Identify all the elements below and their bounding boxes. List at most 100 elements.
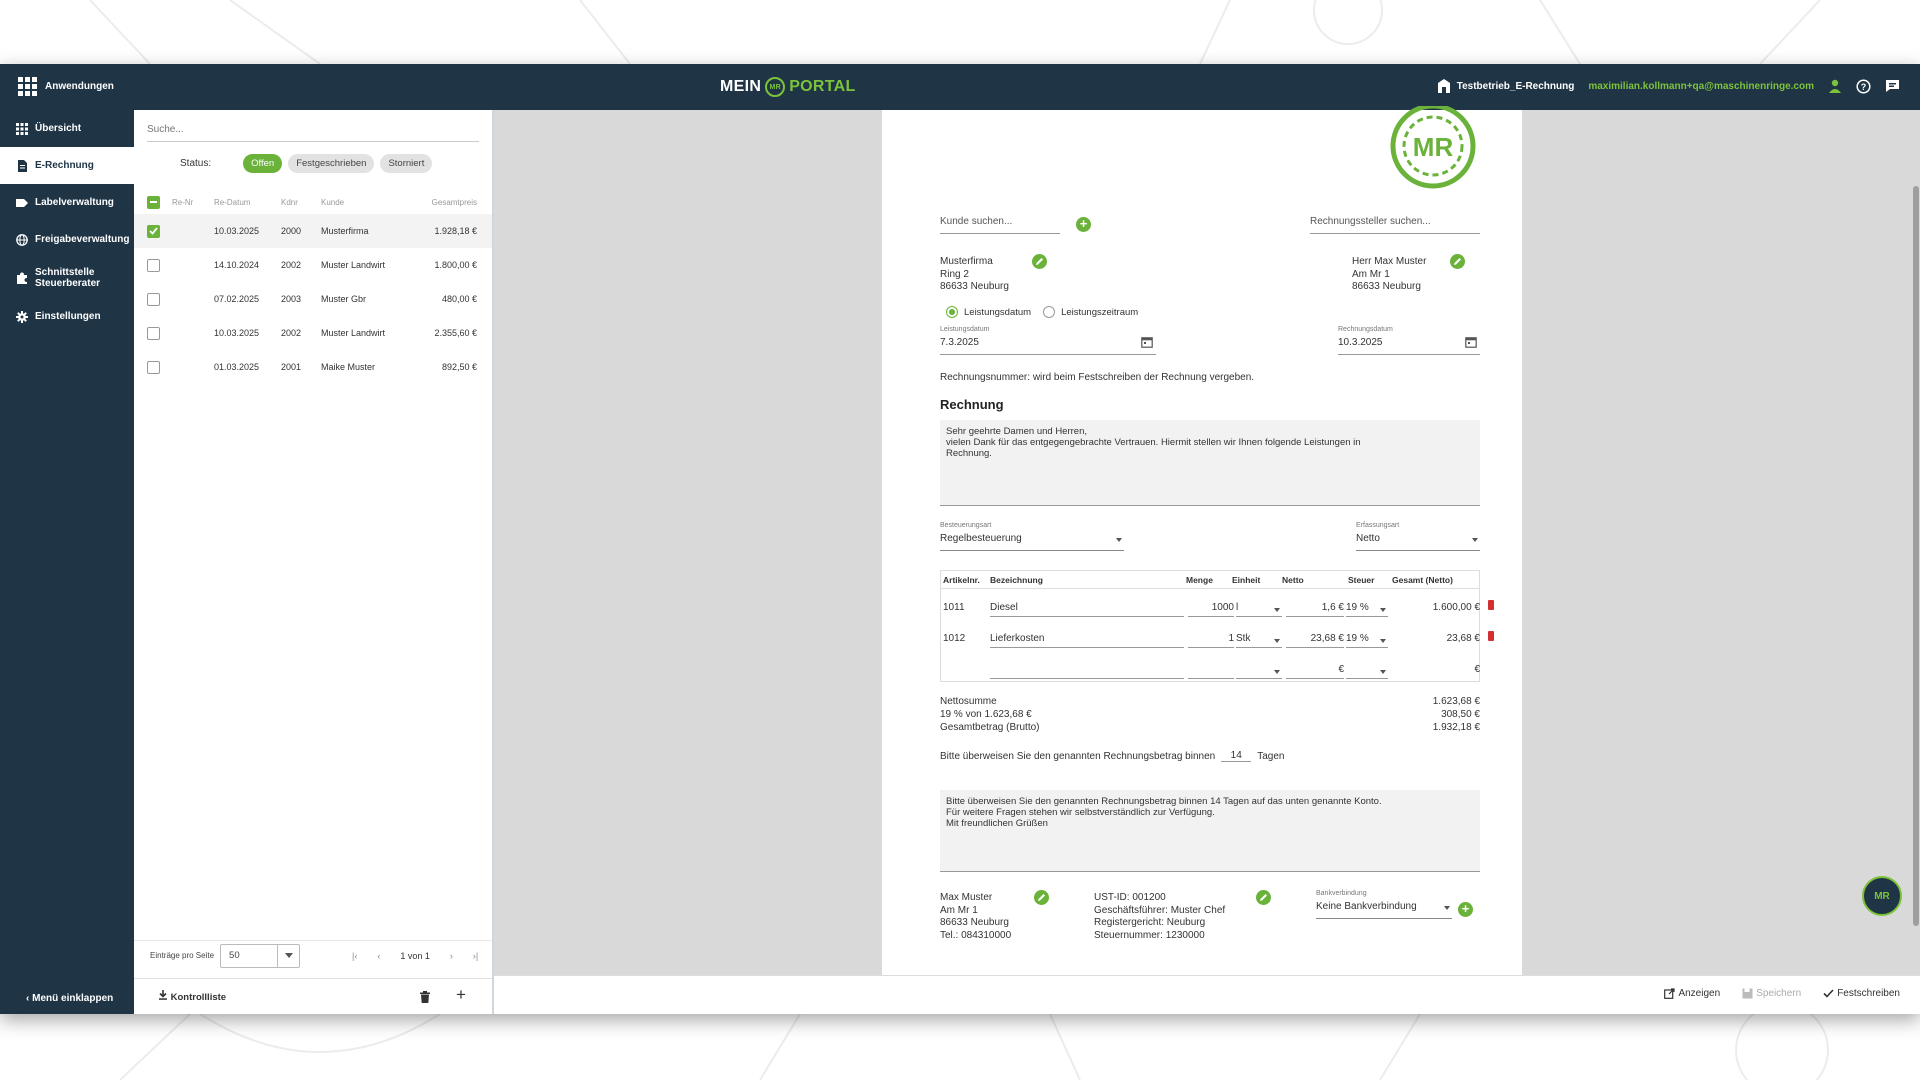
item-tax-select[interactable]: 19 %	[1346, 633, 1388, 648]
feedback-icon[interactable]	[1885, 79, 1900, 93]
column-header-re-nr[interactable]: Re-Nr	[172, 198, 214, 207]
search-input[interactable]: Suche...	[147, 120, 479, 142]
next-page-icon[interactable]: ›	[450, 951, 453, 961]
save-button[interactable]: Speichern	[1742, 988, 1801, 999]
bank-select[interactable]: Keine Bankverbindung	[1316, 901, 1452, 919]
tax-type-select[interactable]: Regelbesteuerung	[940, 533, 1124, 551]
intro-textarea[interactable]: Sehr geehrte Damen und Herren, vielen Da…	[940, 420, 1480, 506]
delete-item-icon[interactable]	[1488, 600, 1494, 610]
edit-footer-issuer-button[interactable]	[1034, 890, 1049, 905]
row-checkbox[interactable]	[146, 360, 160, 374]
edit-customer-button[interactable]	[1032, 254, 1047, 269]
customer-search-input[interactable]: Kunde suchen...	[940, 216, 1060, 234]
chip-festgeschrieben[interactable]: Festgeschrieben	[288, 154, 375, 173]
table-row[interactable]: 10.03.2025 2002 Muster Landwirt 2.355,60…	[134, 316, 492, 350]
table-row[interactable]: 14.10.2024 2002 Muster Landwirt 1.800,00…	[134, 248, 492, 282]
item-tax-value: 19 %	[1346, 633, 1369, 644]
item-tax-select[interactable]: 19 %	[1346, 602, 1388, 617]
scrollbar-thumb[interactable]	[1913, 186, 1919, 926]
item-description-input[interactable]: Diesel	[990, 602, 1184, 617]
pencil-icon	[1036, 258, 1043, 265]
closing-textarea[interactable]: Bitte überweisen Sie den genannten Rechn…	[940, 790, 1480, 872]
first-page-icon[interactable]: |‹	[352, 951, 357, 961]
new-item-unit-select[interactable]	[1236, 664, 1282, 679]
service-date-input[interactable]: 7.3.2025	[940, 337, 1156, 355]
logo-text: MR	[1413, 132, 1454, 162]
item-net-input[interactable]: 23,68 €	[1286, 633, 1344, 648]
last-page-icon[interactable]: ›|	[473, 951, 478, 961]
kontrollliste-button[interactable]: Kontrollliste	[158, 990, 226, 1003]
trash-icon[interactable]	[420, 991, 430, 1003]
cell-re-datum: 10.03.2025	[214, 226, 260, 236]
closing-line-3: Mit freundlichen Grüßen	[946, 818, 1048, 829]
prev-page-icon[interactable]: ‹	[377, 951, 380, 961]
column-header-re-datum[interactable]: Re-Datum	[214, 198, 281, 207]
cell-re-datum: 10.03.2025	[214, 328, 260, 338]
sum-labels: Nettosumme 19 % von 1.623,68 € Gesamtbet…	[940, 695, 1039, 734]
new-item-tax-select[interactable]	[1346, 664, 1388, 679]
th-artikelnr: Artikelnr.	[943, 575, 980, 585]
item-description-input[interactable]: Lieferkosten	[990, 633, 1184, 648]
commit-button[interactable]: Festschreiben	[1823, 988, 1900, 999]
edit-issuer-button[interactable]	[1450, 254, 1465, 269]
company-switcher[interactable]: Testbetrieb_E-Rechnung	[1437, 78, 1574, 94]
chip-storniert[interactable]: Storniert	[380, 154, 433, 173]
brand-logo[interactable]: MEIN MR PORTAL	[720, 77, 856, 97]
sidebar-item-labelverwaltung[interactable]: Labelverwaltung	[0, 184, 134, 221]
scrollbar[interactable]	[1912, 116, 1920, 971]
edit-company-info-button[interactable]	[1256, 890, 1271, 905]
item-qty-input[interactable]: 1	[1188, 633, 1234, 648]
sidebar: Übersicht E-Rechnung Labelverwaltung Fre…	[0, 110, 134, 1014]
sidebar-item-einstellungen[interactable]: Einstellungen	[0, 298, 134, 335]
chevron-down-icon	[277, 944, 299, 967]
payment-days-input[interactable]: 14	[1221, 750, 1252, 762]
add-invoice-button[interactable]: +	[456, 985, 466, 1005]
mr-assistant-button[interactable]: MR	[1862, 876, 1902, 916]
column-header-kunde[interactable]: Kunde	[321, 198, 401, 207]
calendar-icon[interactable]	[1465, 336, 1477, 348]
radio-leistungszeitraum[interactable]	[1043, 306, 1056, 318]
new-item-description-input[interactable]	[990, 664, 1184, 679]
entry-type-select[interactable]: Netto	[1356, 533, 1480, 551]
table-row[interactable]: 07.02.2025 2003 Muster Gbr 480,00 €	[134, 282, 492, 316]
row-checkbox[interactable]	[146, 292, 160, 306]
column-header-gesamtpreis[interactable]: Gesamtpreis	[401, 198, 481, 207]
new-item-net-input[interactable]: €	[1286, 664, 1344, 679]
sidebar-item-schnittstelle[interactable]: Schnittstelle Steuerberater	[0, 258, 134, 298]
chip-offen[interactable]: Offen	[243, 154, 283, 173]
show-button[interactable]: Anzeigen	[1664, 988, 1720, 999]
chevron-down-icon	[1380, 608, 1386, 612]
calendar-icon[interactable]	[1141, 336, 1153, 348]
table-row[interactable]: 01.03.2025 2001 Maike Muster 892,50 €	[134, 350, 492, 384]
check-icon	[1823, 989, 1834, 998]
delete-item-icon[interactable]	[1488, 631, 1494, 641]
radio-leistungsdatum[interactable]	[946, 306, 958, 318]
new-item-qty-input[interactable]	[1188, 664, 1234, 679]
item-qty-input[interactable]: 1000	[1188, 602, 1234, 617]
sidebar-item-e-rechnung[interactable]: E-Rechnung	[0, 147, 134, 184]
item-unit-select[interactable]: l	[1236, 602, 1282, 617]
apps-menu-button[interactable]: Anwendungen	[18, 77, 114, 96]
sidebar-item-freigabeverwaltung[interactable]: Freigabeverwaltung	[0, 221, 134, 258]
item-unit-select[interactable]: Stk	[1236, 633, 1282, 648]
row-checkbox[interactable]	[146, 224, 160, 238]
footer-reg: Registergericht: Neuburg	[1094, 917, 1206, 928]
sidebar-item-overview[interactable]: Übersicht	[0, 110, 134, 147]
item-net-input[interactable]: 1,6 €	[1286, 602, 1344, 617]
collapse-menu-button[interactable]: ‹ Menü einklappen	[26, 993, 113, 1004]
row-checkbox[interactable]	[146, 326, 160, 340]
user-icon[interactable]	[1828, 79, 1842, 93]
column-header-kdnr[interactable]: Kdnr	[281, 198, 321, 207]
user-email[interactable]: maximilian.kollmann+qa@maschinenringe.co…	[1588, 81, 1814, 92]
invoice-date-input[interactable]: 10.3.2025	[1338, 337, 1480, 355]
table-row[interactable]: 10.03.2025 2000 Musterfirma 1.928,18 €	[134, 214, 492, 248]
globe-icon	[16, 233, 28, 246]
row-checkbox[interactable]	[146, 258, 160, 272]
per-page-select[interactable]: 50	[220, 943, 301, 968]
issuer-search-input[interactable]: Rechnungssteller suchen...	[1310, 216, 1480, 234]
vat-label: 19 % von 1.623,68 €	[940, 709, 1032, 720]
add-customer-button[interactable]: +	[1076, 217, 1091, 232]
select-all-checkbox[interactable]	[146, 195, 160, 209]
add-bank-button[interactable]: +	[1458, 902, 1473, 917]
help-icon[interactable]: ?	[1856, 78, 1871, 94]
